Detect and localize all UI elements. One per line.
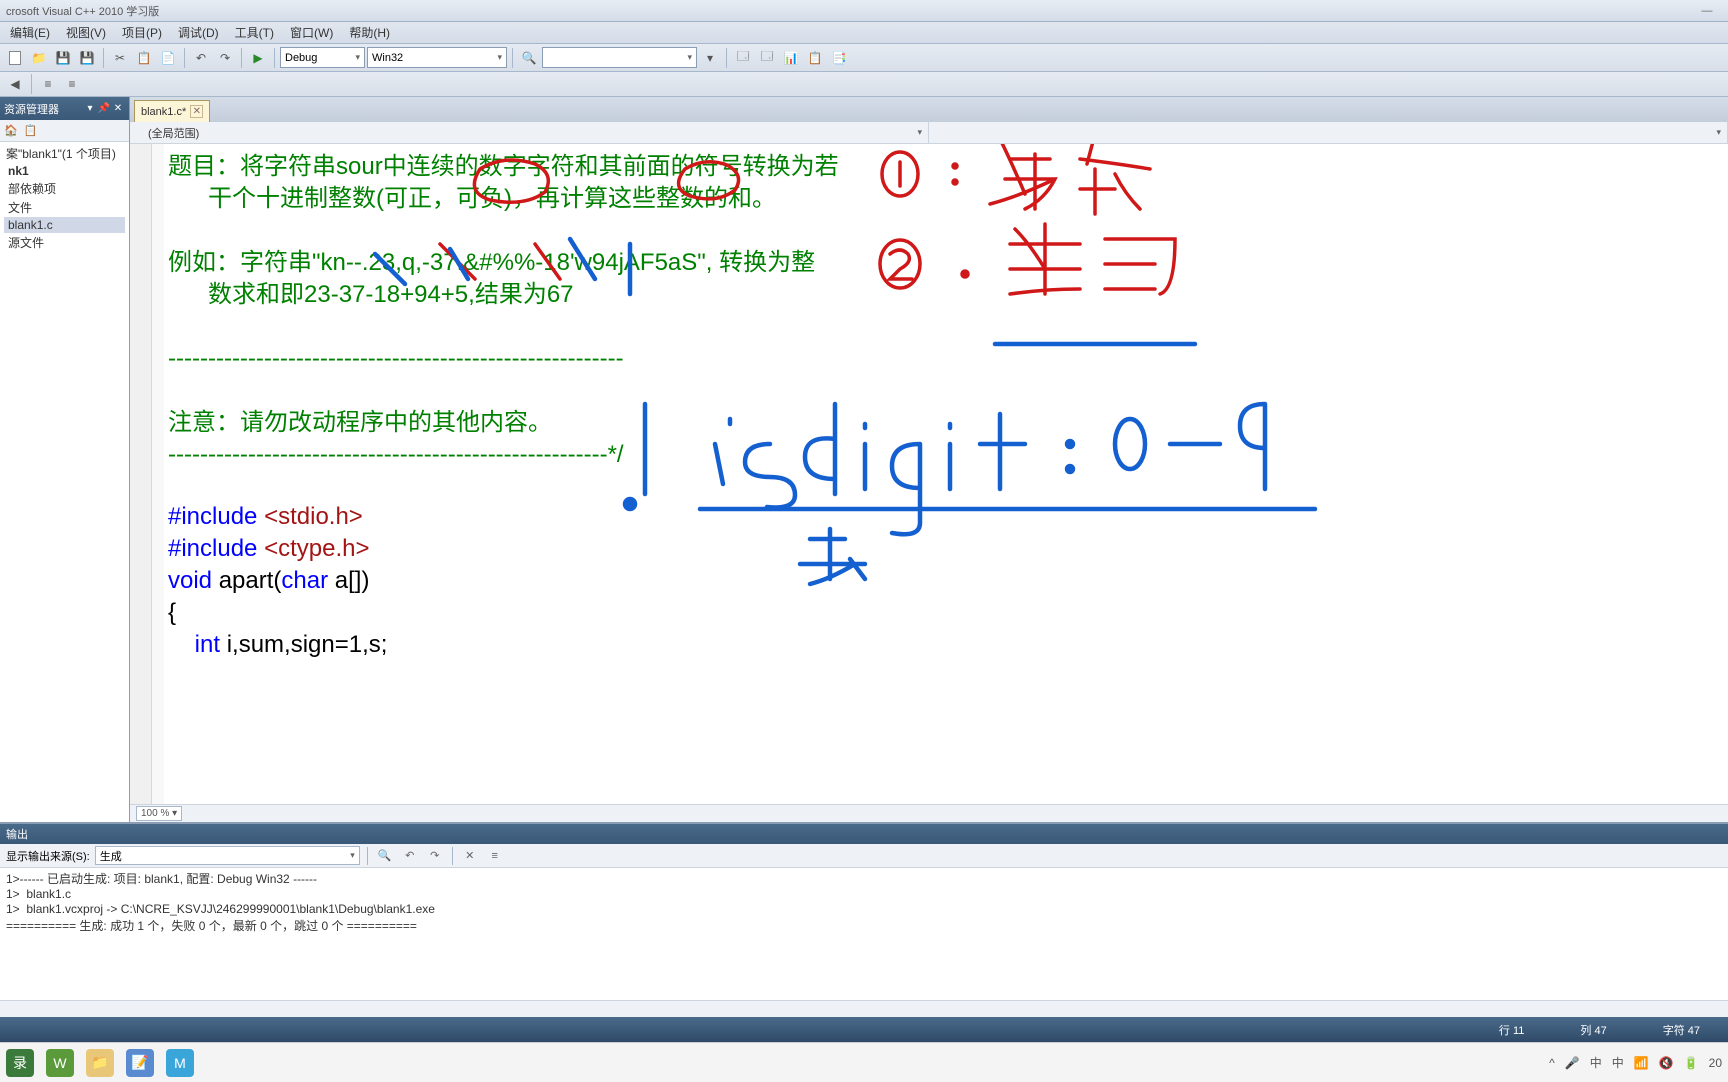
taskbar-app-1[interactable]: 录 <box>6 1049 34 1077</box>
tray-ime1[interactable]: 中 <box>1590 1054 1602 1071</box>
taskbar-app-2[interactable]: W <box>46 1049 74 1077</box>
tab-label: blank1.c* <box>141 106 186 118</box>
output-clear-button[interactable]: ✕ <box>460 846 480 866</box>
home-icon[interactable]: 🏠 <box>4 124 18 137</box>
tray-battery-icon[interactable]: 🔋 <box>1684 1056 1699 1070</box>
tab-blank1[interactable]: blank1.c* ✕ <box>134 100 210 122</box>
main-area: 资源管理器 ▾ 📌 ✕ 🏠 📋 案"blank1"(1 个项目) nk1 部依赖… <box>0 97 1728 822</box>
tree-ext-deps[interactable]: 部依赖项 <box>4 179 125 198</box>
panel-dropdown-icon[interactable]: ▾ <box>83 103 97 114</box>
taskbar-app-5[interactable]: M <box>166 1049 194 1077</box>
system-tray: ^ 🎤 中 中 📶 🔇 🔋 20 <box>1549 1054 1722 1071</box>
main-toolbar: 📁 💾 💾 ✂ 📋 📄 ↶ ↷ ▶ Debug▾ Win32▾ 🔍 ▾ ▾ 🗔 … <box>0 44 1728 72</box>
tree-source-file[interactable]: blank1.c <box>4 217 125 233</box>
ext1-button[interactable]: 🗔 <box>732 47 754 69</box>
menu-project[interactable]: 项目(P) <box>114 24 170 41</box>
output-source-label: 显示输出来源(S): <box>6 848 90 864</box>
output-source-dropdown[interactable]: 生成▾ <box>95 846 360 865</box>
editor-gutter <box>130 144 152 804</box>
scope-dropdown[interactable]: (全局范围)▾ <box>130 122 929 143</box>
solution-explorer: 资源管理器 ▾ 📌 ✕ 🏠 📋 案"blank1"(1 个项目) nk1 部依赖… <box>0 97 130 822</box>
output-prev-button[interactable]: ↶ <box>400 846 420 866</box>
tree-solution[interactable]: 案"blank1"(1 个项目) <box>4 144 125 163</box>
tray-time[interactable]: 20 <box>1709 1056 1722 1070</box>
menu-bar: 编辑(E) 视图(V) 项目(P) 调试(D) 工具(T) 窗口(W) 帮助(H… <box>0 22 1728 44</box>
zoom-bar: 100 % ▾ <box>130 804 1728 822</box>
taskbar-app-4[interactable]: 📝 <box>126 1049 154 1077</box>
tree-resource-files[interactable]: 源文件 <box>4 233 125 252</box>
find-button[interactable]: ▾ <box>699 47 721 69</box>
secondary-toolbar: ◀ ≡ ≡ <box>0 72 1728 97</box>
status-bar: 行 11 列 47 字符 47 <box>0 1017 1728 1042</box>
output-next-button[interactable]: ↷ <box>425 846 445 866</box>
menu-view[interactable]: 视图(V) <box>58 24 114 41</box>
code-editor[interactable]: 题目：将字符串sour中连续的数字字符和其前面的符号转换为若 干个十进制整数(可… <box>130 144 1728 804</box>
ext3-button[interactable]: 📊 <box>780 47 802 69</box>
zoom-dropdown[interactable]: 100 % ▾ <box>136 806 182 821</box>
tab-close-icon[interactable]: ✕ <box>190 105 203 118</box>
undo-button[interactable]: ↶ <box>190 47 212 69</box>
solution-tree[interactable]: 案"blank1"(1 个项目) nk1 部依赖项 文件 blank1.c 源文… <box>0 142 129 254</box>
new-button[interactable] <box>4 47 26 69</box>
redo-button[interactable]: ↷ <box>214 47 236 69</box>
taskbar: 录 W 📁 📝 M ^ 🎤 中 中 📶 🔇 🔋 20 <box>0 1042 1728 1082</box>
menu-help[interactable]: 帮助(H) <box>341 24 398 41</box>
output-find-button[interactable]: 🔍 <box>375 846 395 866</box>
tab-strip: blank1.c* ✕ <box>130 97 1728 122</box>
editor-area: blank1.c* ✕ (全局范围)▾ ▾ 题目：将字符串sour中连续的数字字… <box>130 97 1728 822</box>
output-scrollbar[interactable] <box>0 1000 1728 1017</box>
open-button[interactable]: 📁 <box>28 47 50 69</box>
solution-explorer-toolbar: 🏠 📋 <box>0 120 129 142</box>
back-button[interactable]: ◀ <box>4 73 26 95</box>
save-button[interactable]: 💾 <box>52 47 74 69</box>
uncomment-button[interactable]: ≡ <box>61 73 83 95</box>
paste-button[interactable]: 📄 <box>157 47 179 69</box>
menu-window[interactable]: 窗口(W) <box>282 24 341 41</box>
tray-up-icon[interactable]: ^ <box>1549 1056 1555 1070</box>
output-panel: 输出 显示输出来源(S): 生成▾ 🔍 ↶ ↷ ✕ ≡ 1>------ 已启动… <box>0 822 1728 1017</box>
output-title: 输出 <box>0 824 1728 844</box>
scope-bar: (全局范围)▾ ▾ <box>130 122 1728 144</box>
tray-mic-icon[interactable]: 🎤 <box>1565 1056 1580 1070</box>
output-toolbar: 显示输出来源(S): 生成▾ 🔍 ↶ ↷ ✕ ≡ <box>0 844 1728 868</box>
tray-ime2[interactable]: 中 <box>1612 1054 1624 1071</box>
ext2-button[interactable]: 🗔 <box>756 47 778 69</box>
tray-volume-icon[interactable]: 🔇 <box>1659 1056 1674 1070</box>
status-char: 字符 47 <box>1635 1022 1728 1038</box>
find-in-files-button[interactable]: 🔍 <box>518 47 540 69</box>
tree-headers[interactable]: 文件 <box>4 198 125 217</box>
output-text[interactable]: 1>------ 已启动生成: 项目: blank1, 配置: Debug Wi… <box>0 868 1728 1000</box>
ext5-button[interactable]: 📑 <box>828 47 850 69</box>
status-line: 行 11 <box>1471 1022 1552 1038</box>
copy-button[interactable]: 📋 <box>133 47 155 69</box>
window-title: crosoft Visual C++ 2010 学习版 <box>6 3 159 19</box>
title-bar: crosoft Visual C++ 2010 学习版 — <box>0 0 1728 22</box>
menu-edit[interactable]: 编辑(E) <box>2 24 58 41</box>
menu-tools[interactable]: 工具(T) <box>227 24 282 41</box>
properties-icon[interactable]: 📋 <box>24 124 38 137</box>
menu-debug[interactable]: 调试(D) <box>170 24 227 41</box>
ext4-button[interactable]: 📋 <box>804 47 826 69</box>
platform-dropdown[interactable]: Win32▾ <box>367 47 507 68</box>
status-col: 列 47 <box>1552 1022 1634 1038</box>
solution-explorer-title: 资源管理器 ▾ 📌 ✕ <box>0 97 129 120</box>
code-text: 题目：将字符串sour中连续的数字字符和其前面的符号转换为若 干个十进制整数(可… <box>168 152 1708 662</box>
save-all-button[interactable]: 💾 <box>76 47 98 69</box>
output-wrap-button[interactable]: ≡ <box>485 846 505 866</box>
find-combo[interactable]: ▾ <box>542 47 697 68</box>
panel-pin-icon[interactable]: 📌 <box>97 103 111 114</box>
taskbar-app-3[interactable]: 📁 <box>86 1049 114 1077</box>
tray-wifi-icon[interactable]: 📶 <box>1634 1056 1649 1070</box>
config-dropdown[interactable]: Debug▾ <box>280 47 365 68</box>
outline-bar <box>152 144 164 804</box>
member-dropdown[interactable]: ▾ <box>929 122 1728 143</box>
cut-button[interactable]: ✂ <box>109 47 131 69</box>
tree-project[interactable]: nk1 <box>4 163 125 179</box>
start-button[interactable]: ▶ <box>247 47 269 69</box>
minimize-button[interactable]: — <box>1692 2 1722 20</box>
comment-button[interactable]: ≡ <box>37 73 59 95</box>
panel-close-icon[interactable]: ✕ <box>111 103 125 114</box>
